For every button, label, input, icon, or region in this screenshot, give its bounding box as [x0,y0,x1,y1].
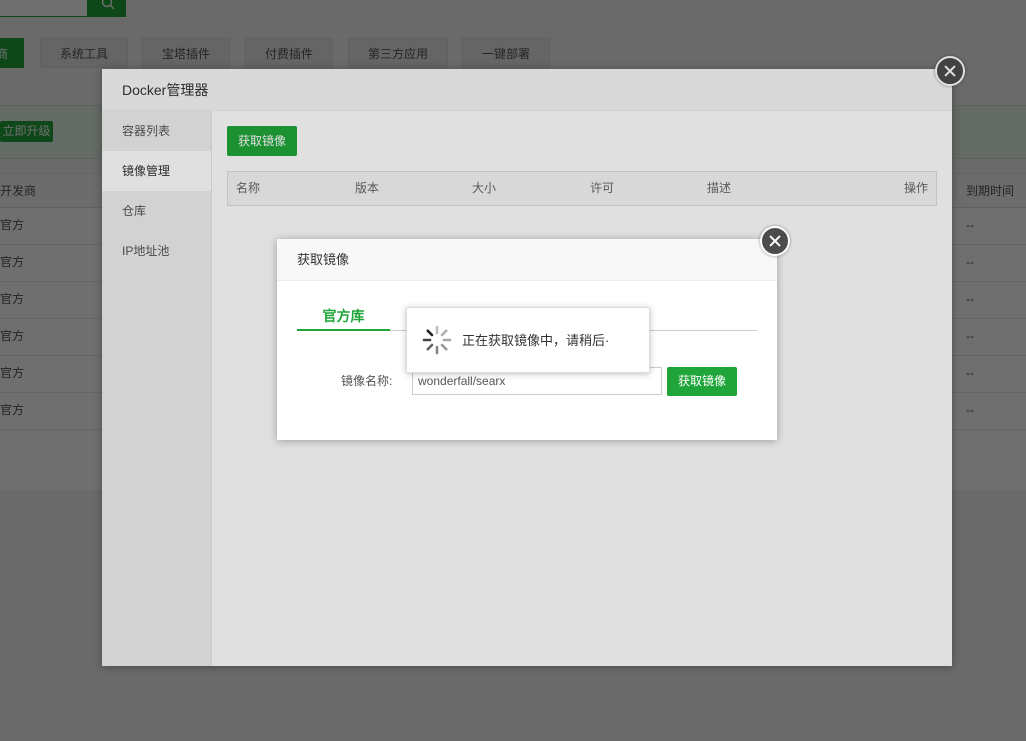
pull-image-submit-button[interactable]: 获取镜像 [667,367,737,396]
close-pull-dialog-icon[interactable] [760,226,790,256]
loading-toast: 正在获取镜像中，请稍后· [406,307,650,373]
loading-message: 正在获取镜像中，请稍后· [462,333,610,348]
loading-spinner-icon [422,325,452,355]
pull-dialog-title: 获取镜像 [277,239,777,281]
tab-official-registry[interactable]: 官方库 [297,305,390,331]
